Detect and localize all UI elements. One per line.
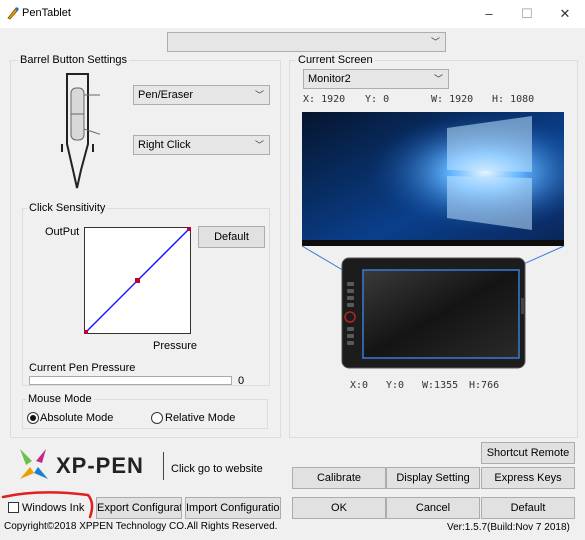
lower-button-select[interactable]: Right Click ﹀: [133, 135, 270, 155]
relative-mode-radio[interactable]: [151, 412, 163, 424]
ok-button[interactable]: OK: [292, 497, 386, 519]
title-bar: PenTablet – ☐ ✕: [0, 0, 585, 28]
maximize-button[interactable]: ☐: [512, 4, 542, 24]
curve-control-point[interactable]: [187, 227, 191, 231]
screen-h-readout: H: 1080: [492, 94, 535, 105]
pressure-curve-graph[interactable]: [84, 227, 191, 334]
curve-control-point[interactable]: [84, 330, 88, 334]
relative-mode-label: Relative Mode: [165, 412, 236, 424]
absolute-mode-radio[interactable]: [27, 412, 39, 424]
monitor-select-value: Monitor2: [308, 73, 351, 85]
upper-button-select[interactable]: Pen/Eraser ﹀: [133, 85, 270, 105]
monitor-select[interactable]: Monitor2 ﹀: [303, 69, 449, 89]
pen-illustration: [61, 73, 100, 189]
tablet-select[interactable]: ﹀: [167, 32, 446, 52]
curve-control-point[interactable]: [135, 278, 140, 283]
version-text: Ver:1.5.7(Build:Nov 7 2018): [447, 522, 570, 533]
screen-mapping-preview: [301, 112, 565, 369]
upper-button-value: Pen/Eraser: [138, 89, 194, 101]
export-configuration-button[interactable]: Export Configuration: [96, 497, 182, 519]
xp-pen-logo-icon[interactable]: [16, 447, 52, 481]
screen-x-readout: X: 1920: [303, 94, 346, 105]
window-title: PenTablet: [22, 7, 71, 19]
display-setting-button[interactable]: Display Setting: [386, 467, 480, 489]
absolute-mode-label: Absolute Mode: [40, 412, 114, 424]
calibrate-button[interactable]: Calibrate: [292, 467, 386, 489]
cancel-button[interactable]: Cancel: [386, 497, 480, 519]
annotation-circle: [1, 491, 94, 519]
logo-divider: [163, 452, 164, 480]
tablet-x-readout: X:0: [350, 380, 369, 391]
chevron-down-icon: ﹀: [430, 37, 440, 47]
radio-selected-dot: [30, 415, 36, 421]
chevron-down-icon: ﹀: [254, 140, 264, 150]
tablet-y-readout: Y:0: [386, 380, 405, 391]
sensitivity-default-button[interactable]: Default: [198, 226, 265, 248]
website-link[interactable]: Click go to website: [171, 463, 263, 475]
tablet-active-area: [363, 270, 519, 358]
sensitivity-label: Click Sensitivity: [27, 202, 108, 214]
default-button[interactable]: Default: [481, 497, 575, 519]
screen-group-label: Current Screen: [296, 54, 375, 66]
close-button[interactable]: ✕: [550, 4, 580, 24]
barrel-group-label: Barrel Button Settings: [18, 54, 130, 66]
lower-button-value: Right Click: [138, 139, 191, 151]
pen-app-icon: [7, 7, 19, 20]
express-keys-button[interactable]: Express Keys: [481, 467, 575, 489]
xp-pen-logo-text[interactable]: XP-PEN: [56, 453, 144, 479]
tablet-w-readout: W:1355: [422, 380, 459, 391]
taskbar: [302, 240, 564, 246]
output-label: OutPut: [45, 226, 80, 238]
pen-pressure-bar: [29, 376, 232, 385]
pen-pressure-value: 0: [238, 375, 245, 387]
shortcut-remote-button[interactable]: Shortcut Remote: [481, 442, 575, 464]
screen-y-readout: Y: 0: [365, 94, 390, 105]
tablet-h-readout: H:766: [469, 380, 500, 391]
copyright-text: Copyright©2018 XPPEN Technology CO.All R…: [4, 521, 278, 532]
pen-pressure-label: Current Pen Pressure: [29, 362, 136, 374]
screen-w-readout: W: 1920: [431, 94, 474, 105]
chevron-down-icon: ﹀: [254, 90, 264, 100]
chevron-down-icon: ﹀: [433, 74, 443, 84]
minimize-button[interactable]: –: [474, 4, 504, 24]
import-configuration-button[interactable]: Import Configuration: [185, 497, 281, 519]
pressure-label: Pressure: [153, 340, 198, 352]
mouse-mode-label: Mouse Mode: [26, 393, 94, 405]
